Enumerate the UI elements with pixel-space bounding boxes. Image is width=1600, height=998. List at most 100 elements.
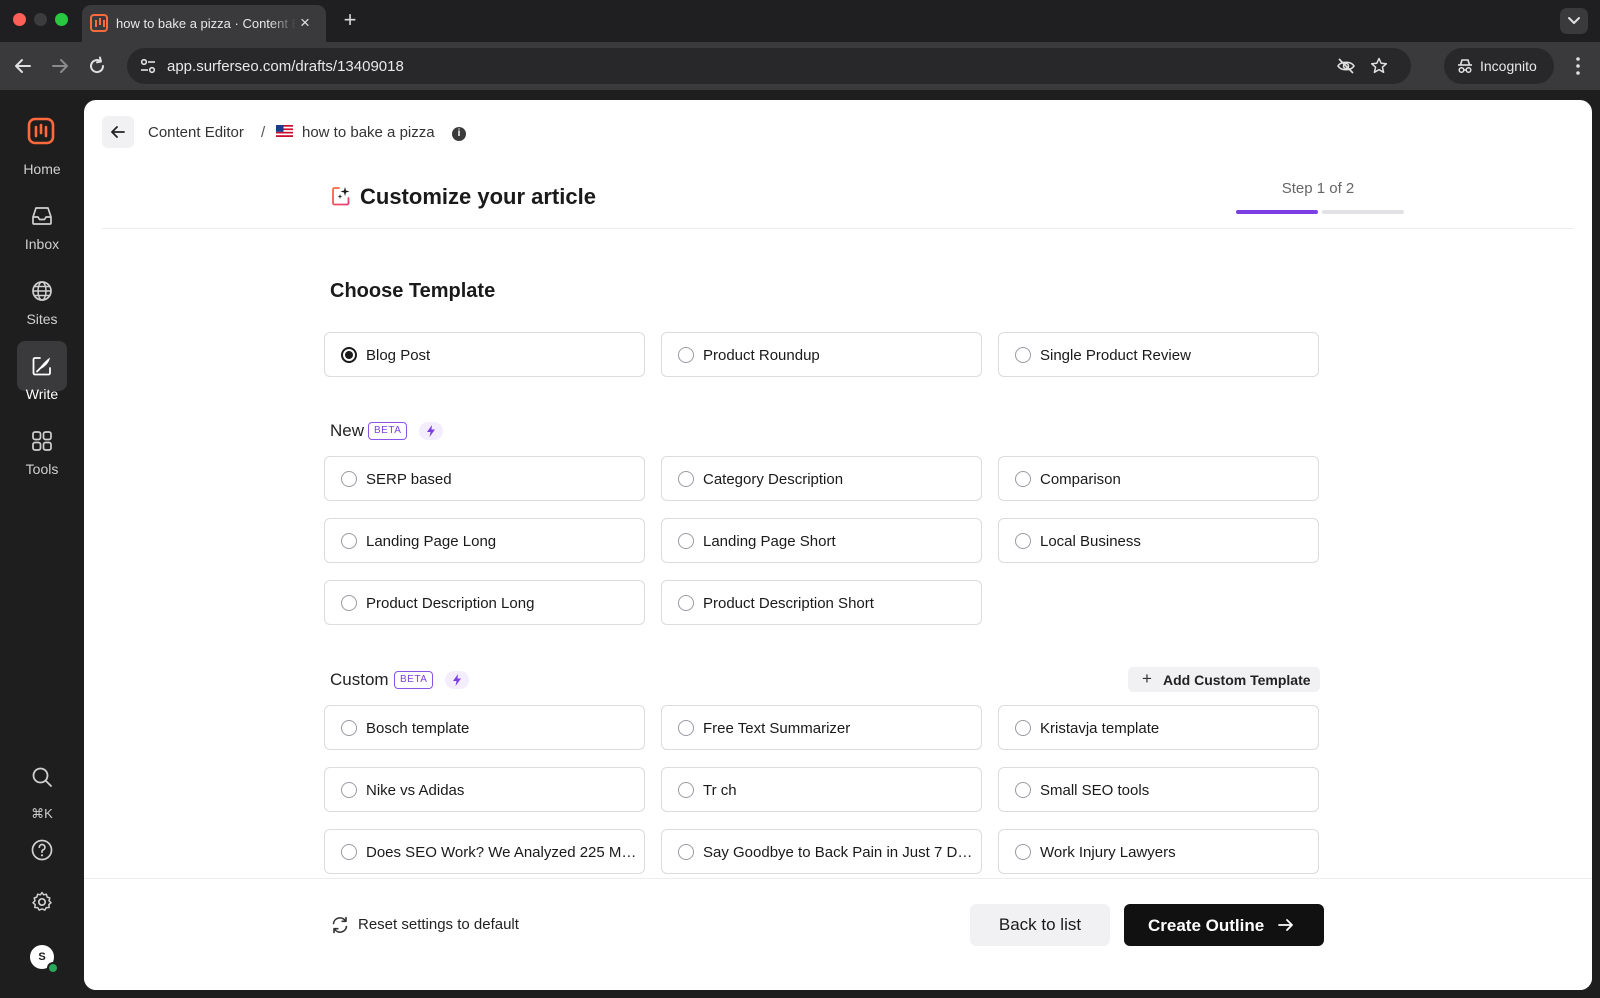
template-option-landing-page-short[interactable]: Landing Page Short (661, 518, 982, 563)
sparkle-document-icon (332, 187, 350, 206)
incognito-badge[interactable]: Incognito (1444, 48, 1554, 84)
create-outline-button[interactable]: Create Outline (1124, 904, 1324, 946)
radio-unselected[interactable] (678, 595, 694, 611)
radio-unselected[interactable] (1015, 720, 1031, 736)
bookmark-star-icon[interactable] (1369, 56, 1389, 76)
radio-unselected[interactable] (1015, 844, 1031, 860)
template-option-landing-page-long[interactable]: Landing Page Long (324, 518, 645, 563)
radio-unselected[interactable] (341, 782, 357, 798)
browser-reload-button[interactable] (85, 54, 109, 78)
sidebar-item-home[interactable]: Home (17, 155, 67, 183)
sidebar-item-tools[interactable]: Tools (17, 423, 67, 487)
sidebar-item-inbox[interactable]: Inbox (17, 198, 67, 262)
reload-icon (90, 56, 105, 74)
chevron-down-icon (1568, 17, 1580, 24)
breadcrumb-document: how to bake a pizza (302, 124, 435, 141)
radio-unselected[interactable] (1015, 347, 1031, 363)
us-flag-icon (276, 125, 293, 137)
sidebar-item-label: Sites (26, 311, 58, 327)
command-shortcut-label: ⌘K (31, 806, 53, 821)
template-option-product-description-long[interactable]: Product Description Long (324, 580, 645, 625)
template-option-tr-ch[interactable]: Tr ch (661, 767, 982, 812)
option-label: Bosch template (366, 720, 470, 737)
template-option-kristavja-template[interactable]: Kristavja template (998, 705, 1319, 750)
browser-tab[interactable]: how to bake a pizza · Content Editor × (82, 5, 326, 42)
radio-unselected[interactable] (341, 720, 357, 736)
template-option-product-description-short[interactable]: Product Description Short (661, 580, 982, 625)
template-option-single-product-review[interactable]: Single Product Review (998, 332, 1319, 377)
tab-title: how to bake a pizza · Content Editor (116, 16, 296, 31)
radio-unselected[interactable] (1015, 533, 1031, 549)
template-option-bosch-template[interactable]: Bosch template (324, 705, 645, 750)
settings-gear-icon[interactable] (30, 890, 54, 914)
arrow-left-icon (111, 126, 125, 138)
template-option-category-description[interactable]: Category Description (661, 456, 982, 501)
refresh-icon (332, 916, 348, 934)
tab-close-icon[interactable]: × (296, 14, 314, 32)
sidebar-item-sites[interactable]: Sites (17, 273, 67, 337)
radio-unselected[interactable] (678, 347, 694, 363)
add-custom-template-label: Add Custom Template (1163, 672, 1311, 688)
template-option-serp-based[interactable]: SERP based (324, 456, 645, 501)
template-option-work-injury-lawyers[interactable]: Work Injury Lawyers (998, 829, 1319, 874)
reset-settings-button[interactable]: Reset settings to default (330, 913, 550, 937)
step-indicator-label: Step 1 of 2 (1281, 180, 1355, 197)
sidebar-item-label: Write (25, 386, 59, 402)
sidebar-item-write[interactable]: Write (17, 341, 67, 412)
radio-unselected[interactable] (341, 471, 357, 487)
option-label: Work Injury Lawyers (1040, 844, 1176, 861)
option-label: Small SEO tools (1040, 782, 1150, 799)
browser-toolbar: app.surferseo.com/drafts/13409018 Incogn… (0, 42, 1600, 90)
reset-settings-label: Reset settings to default (358, 916, 519, 933)
window-close-button[interactable] (13, 13, 26, 26)
radio-unselected[interactable] (678, 720, 694, 736)
surfer-logo-icon[interactable] (27, 117, 55, 145)
radio-unselected[interactable] (341, 533, 357, 549)
back-to-list-button[interactable]: Back to list (970, 904, 1110, 946)
step-progress-current (1236, 210, 1318, 214)
browser-forward-button[interactable] (48, 54, 72, 78)
option-label: Say Goodbye to Back Pain in Just 7 Days (703, 844, 975, 861)
radio-unselected[interactable] (1015, 782, 1031, 798)
new-group-label: New (330, 421, 365, 440)
info-icon[interactable]: i (452, 127, 466, 141)
create-outline-label: Create Outline (1148, 916, 1265, 935)
search-icon[interactable] (30, 765, 54, 789)
tab-search-button[interactable] (1560, 8, 1588, 34)
help-icon[interactable] (30, 838, 54, 862)
option-label: Does SEO Work? We Analyzed 225 Million S… (366, 844, 638, 861)
template-option-small-seo-tools[interactable]: Small SEO tools (998, 767, 1319, 812)
option-label: SERP based (366, 471, 452, 488)
arrow-right-icon (1278, 919, 1293, 931)
template-option-product-roundup[interactable]: Product Roundup (661, 332, 982, 377)
add-custom-template-button[interactable]: + Add Custom Template (1128, 667, 1320, 692)
address-bar[interactable]: app.surferseo.com/drafts/13409018 (127, 48, 1411, 84)
eye-off-icon[interactable] (1336, 56, 1356, 76)
breadcrumb-content-editor[interactable]: Content Editor (148, 124, 244, 141)
window-zoom-button[interactable] (55, 13, 68, 26)
template-option-comparison[interactable]: Comparison (998, 456, 1319, 501)
window-minimize-button[interactable] (34, 13, 47, 26)
incognito-icon (1458, 59, 1472, 74)
browser-back-button[interactable] (11, 54, 35, 78)
radio-unselected[interactable] (1015, 471, 1031, 487)
template-option-free-text-summarizer[interactable]: Free Text Summarizer (661, 705, 982, 750)
radio-selected[interactable] (341, 347, 357, 363)
new-tab-button[interactable]: + (338, 8, 362, 32)
radio-unselected[interactable] (341, 595, 357, 611)
browser-menu-icon[interactable] (1568, 54, 1588, 78)
radio-unselected[interactable] (341, 844, 357, 860)
template-option-nike-vs-adidas[interactable]: Nike vs Adidas (324, 767, 645, 812)
back-button[interactable] (102, 116, 134, 148)
radio-unselected[interactable] (678, 471, 694, 487)
template-option-blog-post[interactable]: Blog Post (324, 332, 645, 377)
template-option-local-business[interactable]: Local Business (998, 518, 1319, 563)
globe-icon (32, 281, 52, 301)
template-option-back-pain[interactable]: Say Goodbye to Back Pain in Just 7 Days (661, 829, 982, 874)
radio-unselected[interactable] (678, 782, 694, 798)
radio-unselected[interactable] (678, 533, 694, 549)
template-option-does-seo-work[interactable]: Does SEO Work? We Analyzed 225 Million S… (324, 829, 645, 874)
breadcrumb-separator: / (261, 124, 266, 141)
radio-unselected[interactable] (678, 844, 694, 860)
beta-badge: BETA (368, 422, 408, 440)
